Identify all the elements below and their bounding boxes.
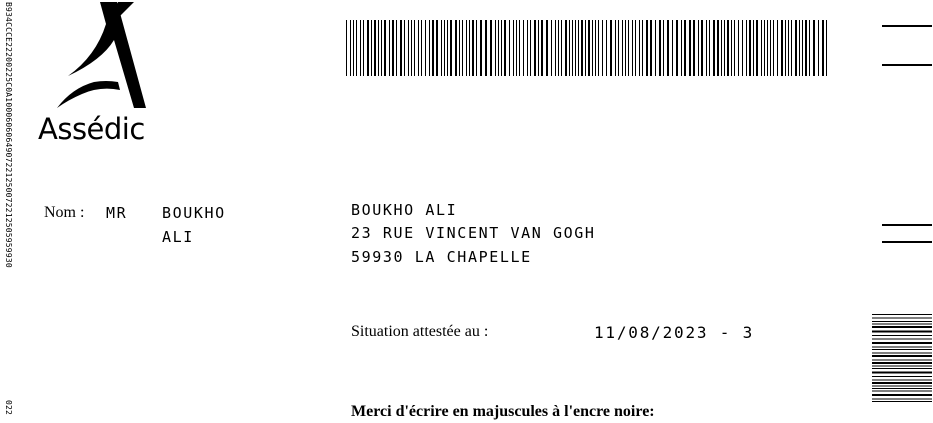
side-code-bottom: 022 xyxy=(4,400,13,416)
margin-rule xyxy=(882,224,932,226)
address-line-1: BOUKHO ALI xyxy=(351,201,458,219)
situation-label: Situation attestée au : xyxy=(351,323,489,340)
instruction-text: Merci d'écrire en majuscules à l'encre n… xyxy=(351,403,655,420)
address-line-2: 23 RUE VINCENT VAN GOGH xyxy=(351,224,596,242)
margin-rule xyxy=(882,241,932,243)
name-first: ALI xyxy=(162,228,194,246)
margin-rule xyxy=(882,64,932,66)
name-title: MR xyxy=(106,204,128,222)
barcode-top xyxy=(346,20,827,76)
side-code-top: B934CCCE22200225C0A100060606490722125007… xyxy=(4,2,13,268)
address-line-3: 59930 LA CHAPELLE xyxy=(351,248,532,266)
logo-wordmark: Assédic xyxy=(38,112,145,146)
name-label: Nom : xyxy=(44,204,85,221)
name-last: BOUKHO xyxy=(162,204,226,222)
barcode-side xyxy=(872,314,932,402)
margin-rule xyxy=(882,25,932,27)
assedic-a-logo-icon xyxy=(57,2,146,108)
situation-date: 11/08/2023 - 3 xyxy=(594,323,755,342)
